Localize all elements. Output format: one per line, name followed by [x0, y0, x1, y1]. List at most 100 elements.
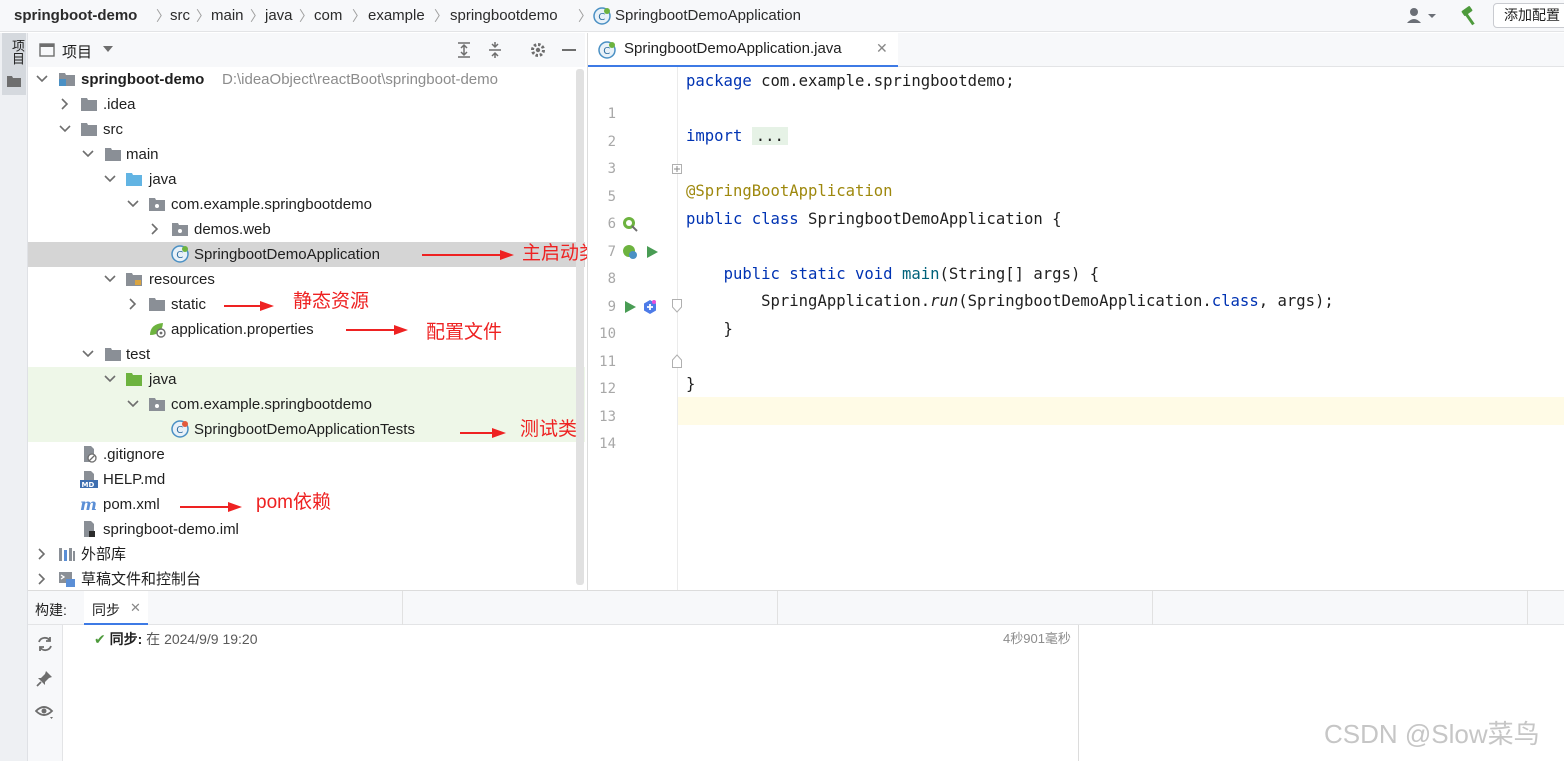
gear-icon[interactable]: [529, 41, 547, 59]
line-number: 11: [599, 354, 616, 370]
tree-row-help-md[interactable]: MD HELP.md: [28, 467, 585, 492]
spring-bean-icon[interactable]: [622, 216, 638, 232]
breadcrumb-item-src[interactable]: src: [170, 6, 190, 26]
code-line-11[interactable]: }: [686, 318, 733, 340]
chevron-down-icon[interactable]: [34, 71, 50, 87]
chevron-down-icon[interactable]: [102, 43, 114, 55]
project-scrollbar[interactable]: [576, 69, 584, 585]
tree-row-src[interactable]: src: [28, 117, 585, 142]
library-icon: [59, 548, 75, 561]
tree-label: SpringbootDemoApplicationTests: [194, 421, 415, 438]
breadcrumb-item-project[interactable]: springboot-demo: [14, 6, 137, 26]
project-view-icon: [39, 43, 55, 57]
editor-tab-bar: C SpringbootDemoApplication.java ✕: [588, 33, 1564, 67]
tree-row-demos-web[interactable]: demos.web: [28, 217, 585, 242]
breadcrumb-item-class[interactable]: SpringbootDemoApplication: [615, 6, 801, 26]
code-line-6[interactable]: @SpringBootApplication: [686, 180, 893, 202]
chevron-down-icon[interactable]: [125, 196, 141, 212]
close-icon[interactable]: ✕: [130, 600, 141, 616]
code-line-10[interactable]: SpringApplication.run(SpringbootDemoAppl…: [686, 290, 1334, 312]
chevron-down-icon[interactable]: [57, 121, 73, 137]
chevron-down-icon[interactable]: [80, 346, 96, 362]
spring-bean-icon[interactable]: [622, 244, 638, 260]
tree-row-gitignore[interactable]: .gitignore: [28, 442, 585, 467]
tree-row-test[interactable]: test: [28, 342, 585, 367]
line-number: 1: [607, 106, 616, 122]
svg-text:C: C: [598, 12, 605, 23]
tree-row-external-libraries[interactable]: 外部库: [28, 542, 585, 567]
sync-icon[interactable]: [36, 635, 54, 653]
tree-label: HELP.md: [103, 471, 166, 488]
divider: [1152, 591, 1153, 625]
tree-row-main-java[interactable]: java: [28, 167, 585, 192]
user-icon[interactable]: [1404, 4, 1440, 28]
tree-row-main[interactable]: main: [28, 142, 585, 167]
tree-label: main: [126, 146, 159, 163]
build-hammer-icon[interactable]: [1458, 4, 1482, 28]
chevron-right-icon[interactable]: [34, 546, 50, 562]
sync-status-row[interactable]: ✔ 同步: 在 2024/9/9 19:20: [94, 629, 258, 649]
plugin-icon[interactable]: [642, 299, 658, 315]
fold-marker-icon[interactable]: [672, 299, 682, 313]
tree-row-idea[interactable]: .idea: [28, 92, 585, 117]
close-icon[interactable]: ✕: [876, 40, 888, 57]
breadcrumb-separator: 〉: [352, 8, 366, 24]
folded-imports[interactable]: ...: [751, 127, 788, 145]
check-icon: ✔: [94, 631, 106, 647]
package-icon: [149, 398, 165, 411]
chevron-down-icon[interactable]: [102, 371, 118, 387]
pin-icon[interactable]: [36, 669, 54, 687]
fold-expand-icon[interactable]: [672, 164, 682, 174]
add-configuration-button[interactable]: 添加配置: [1493, 3, 1564, 28]
chevron-down-icon[interactable]: [125, 396, 141, 412]
iml-file-icon: [84, 521, 95, 537]
eye-icon[interactable]: [35, 703, 55, 721]
code-line-1[interactable]: package com.example.springbootdemo;: [686, 70, 1015, 92]
folder-icon: [81, 98, 97, 111]
expand-all-icon[interactable]: [455, 41, 473, 59]
tree-row-resources[interactable]: resources: [28, 267, 585, 292]
collapse-all-icon[interactable]: [486, 41, 504, 59]
chevron-right-icon[interactable]: [57, 96, 73, 112]
tree-row-project-root[interactable]: springboot-demo D:\ideaObject\reactBoot\…: [28, 67, 585, 92]
breadcrumb-item-java[interactable]: java: [265, 6, 293, 26]
code-line-9[interactable]: public static void main(String[] args) {: [686, 263, 1100, 285]
run-icon[interactable]: [622, 299, 638, 315]
code-line-7[interactable]: public class SpringbootDemoApplication {: [686, 208, 1062, 230]
build-label: 构建:: [35, 602, 67, 618]
breadcrumb-item-example[interactable]: example: [368, 6, 425, 26]
line-number: 2: [607, 134, 616, 150]
chevron-right-icon[interactable]: [147, 221, 163, 237]
chevron-down-icon[interactable]: [102, 171, 118, 187]
test-source-folder-icon: [126, 373, 142, 386]
code-line-13[interactable]: }: [686, 373, 695, 395]
code-line-3[interactable]: import ...: [686, 125, 788, 147]
minimize-icon[interactable]: [560, 41, 578, 59]
tree-row-test-package[interactable]: com.example.springbootdemo: [28, 392, 585, 417]
tab-sync[interactable]: 同步 ✕: [84, 591, 148, 625]
line-number: 10: [599, 326, 616, 342]
code-token: SpringApplication.: [761, 292, 931, 310]
chevron-right-icon[interactable]: [125, 296, 141, 312]
project-panel-title[interactable]: 项目: [62, 41, 92, 62]
breadcrumb-item-main[interactable]: main: [211, 6, 244, 26]
fold-marker-icon[interactable]: [672, 354, 682, 368]
code-token: (SpringbootDemoApplication.: [958, 292, 1212, 310]
tree-label: springboot-demo: [81, 71, 205, 88]
project-tool-tab[interactable]: 项目: [2, 33, 26, 95]
tree-row-iml[interactable]: springboot-demo.iml: [28, 517, 585, 542]
tree-row-scratches[interactable]: 草稿文件和控制台: [28, 567, 585, 592]
chevron-right-icon[interactable]: [34, 571, 50, 587]
editor-tab-active[interactable]: C SpringbootDemoApplication.java ✕: [588, 33, 898, 67]
chevron-down-icon[interactable]: [102, 271, 118, 287]
breadcrumb-item-package[interactable]: springbootdemo: [450, 6, 558, 26]
tree-label: resources: [149, 271, 215, 288]
tree-row-test-java[interactable]: java: [28, 367, 585, 392]
run-icon[interactable]: [644, 244, 660, 260]
code-token: (String[] args) {: [939, 265, 1100, 283]
tree-row-package[interactable]: com.example.springbootdemo: [28, 192, 585, 217]
chevron-down-icon[interactable]: [80, 146, 96, 162]
tree-label: java: [149, 371, 177, 388]
breadcrumb-item-com[interactable]: com: [314, 6, 342, 26]
